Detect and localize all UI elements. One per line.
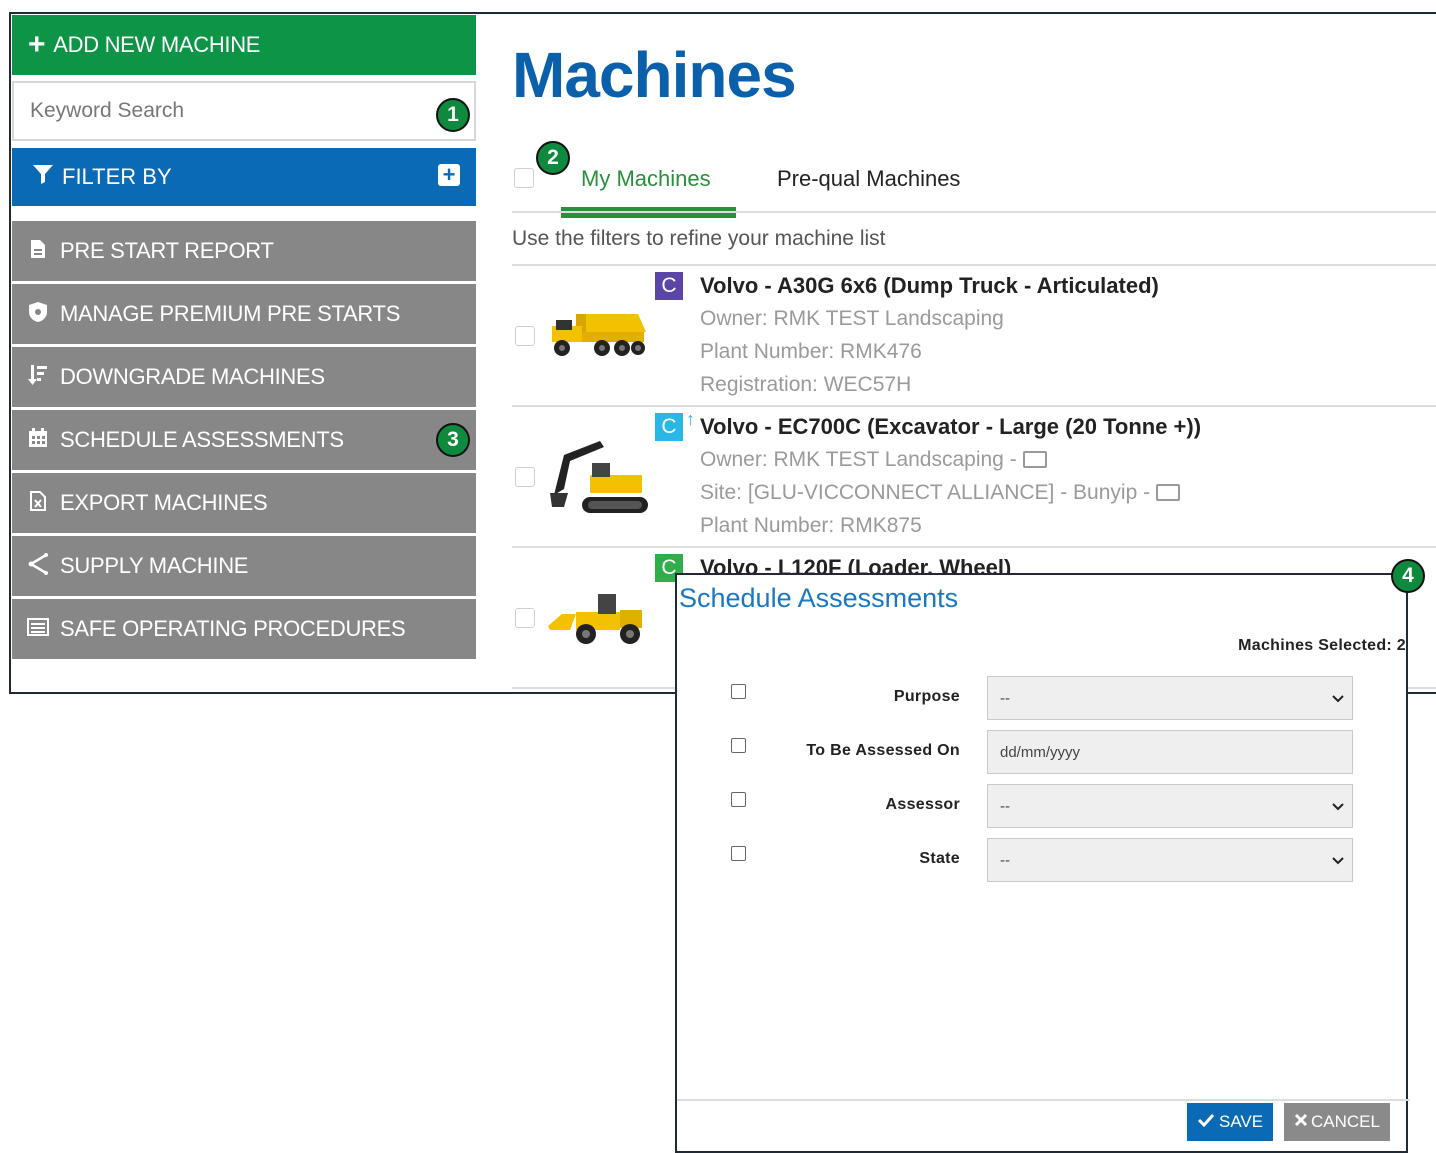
chevron-down-icon — [1332, 690, 1344, 706]
machine-row[interactable]: C Volvo - A30G 6x6 (Dump Truck - Articul… — [512, 266, 1436, 407]
assessor-checkbox[interactable] — [731, 792, 746, 807]
callout-badge-1: 1 — [436, 98, 470, 132]
machine-name[interactable]: Volvo - A30G 6x6 (Dump Truck - Articulat… — [700, 273, 1159, 299]
purpose-row: Purpose -- — [677, 676, 1410, 720]
callout-badge-3: 3 — [436, 423, 470, 457]
id-card-icon[interactable] — [1022, 451, 1047, 468]
purpose-select[interactable]: -- — [987, 676, 1353, 720]
sidebar-item-label: EXPORT MACHINES — [60, 490, 268, 515]
machine-checkbox[interactable] — [515, 467, 535, 487]
callout-badge-4: 4 — [1391, 559, 1425, 593]
machine-checkbox[interactable] — [515, 608, 535, 628]
expand-plus-icon[interactable]: + — [438, 164, 460, 186]
sidebar-item-schedule-assessments[interactable]: SCHEDULE ASSESSMENTS — [12, 410, 476, 470]
assessor-label: Assessor — [885, 796, 960, 813]
tab-my-machines[interactable]: My Machines — [581, 162, 711, 196]
page-title: Machines — [512, 39, 797, 111]
sidebar-item-manage-premium-pre-starts[interactable]: MANAGE PREMIUM PRE STARTS — [12, 284, 476, 344]
check-icon — [1197, 1112, 1215, 1132]
sidebar-item-label: MANAGE PREMIUM PRE STARTS — [60, 301, 401, 326]
category-badge: C — [655, 272, 683, 300]
chevron-down-icon — [1332, 852, 1344, 868]
keyword-search-input[interactable] — [28, 98, 412, 124]
calendar-icon — [26, 427, 50, 453]
machine-registration: Registration: WEC57H — [700, 373, 912, 396]
sidebar-item-label: DOWNGRADE MACHINES — [60, 364, 325, 389]
close-icon — [1294, 1112, 1308, 1132]
keyword-search-box — [12, 81, 476, 141]
cancel-label: CANCEL — [1311, 1112, 1380, 1131]
chevron-down-icon — [1332, 798, 1344, 814]
assessed-on-date-input[interactable]: dd/mm/yyyy — [987, 730, 1353, 774]
filter-by-label: FILTER BY — [62, 164, 172, 189]
callout-badge-2: 2 — [536, 141, 570, 175]
sidebar-item-export-machines[interactable]: EXPORT MACHINES — [12, 473, 476, 533]
machines-selected-count: Machines Selected: 2 — [1238, 637, 1406, 654]
assessed-on-checkbox[interactable] — [731, 738, 746, 753]
sidebar-menu: PRE START REPORT MANAGE PREMIUM PRE STAR… — [12, 221, 476, 662]
list-icon — [26, 617, 50, 641]
state-select[interactable]: -- — [987, 838, 1353, 882]
sidebar-item-label: SAFE OPERATING PROCEDURES — [60, 616, 406, 641]
machine-name[interactable]: Volvo - EC700C (Excavator - Large (20 To… — [700, 414, 1201, 440]
add-new-machine-label: ADD NEW MACHINE — [53, 32, 261, 57]
upgrade-arrow-icon: ↑ — [686, 409, 695, 429]
save-label: SAVE — [1219, 1112, 1264, 1131]
excavator-image — [546, 435, 650, 526]
modal-footer-divider — [677, 1099, 1410, 1101]
assessor-select[interactable]: -- — [987, 784, 1353, 828]
purpose-label: Purpose — [893, 688, 960, 705]
category-badge: C — [655, 413, 683, 441]
select-all-checkbox[interactable] — [514, 168, 534, 188]
machine-site: Site: [GLU-VICCONNECT ALLIANCE] - Bunyip… — [700, 481, 1151, 504]
state-label: State — [919, 850, 960, 867]
sidebar-item-label: PRE START REPORT — [60, 238, 274, 263]
sidebar-item-label: SUPPLY MACHINE — [60, 553, 249, 578]
machine-row[interactable]: C ↑ Volvo - EC700C (Excavator - Large (2… — [512, 407, 1436, 548]
state-checkbox[interactable] — [731, 846, 746, 861]
machine-owner-line: Owner: RMK TEST Landscaping - — [700, 448, 1047, 472]
cancel-button[interactable]: CANCEL — [1284, 1103, 1390, 1141]
plus-icon: + — [28, 28, 46, 61]
id-card-icon[interactable] — [1155, 484, 1180, 501]
shield-icon — [26, 301, 50, 328]
document-icon — [26, 239, 50, 264]
assessed-on-label: To Be Assessed On — [806, 742, 960, 759]
machine-checkbox[interactable] — [515, 326, 535, 346]
sidebar-item-supply-machine[interactable]: SUPPLY MACHINE — [12, 536, 476, 596]
schedule-assessments-modal: Schedule Assessments Machines Selected: … — [675, 573, 1410, 1153]
purpose-checkbox[interactable] — [731, 684, 746, 699]
filter-hint: Use the filters to refine your machine l… — [512, 227, 886, 250]
funnel-icon — [32, 163, 54, 191]
sidebar-item-downgrade-machines[interactable]: DOWNGRADE MACHINES — [12, 347, 476, 407]
tab-pre-qual-machines[interactable]: Pre-qual Machines — [777, 162, 960, 196]
sort-down-icon — [26, 364, 50, 391]
modal-title: Schedule Assessments — [679, 583, 959, 613]
machine-plant-number: Plant Number: RMK476 — [700, 340, 922, 363]
machine-plant-number: Plant Number: RMK875 — [700, 514, 922, 537]
dump-truck-image — [546, 304, 650, 369]
machine-owner: Owner: RMK TEST Landscaping — [700, 307, 1004, 330]
share-icon — [26, 552, 50, 580]
assessed-on-row: To Be Assessed On dd/mm/yyyy — [677, 730, 1410, 774]
sidebar-item-label: SCHEDULE ASSESSMENTS — [60, 427, 344, 452]
save-button[interactable]: SAVE — [1187, 1103, 1273, 1141]
machine-owner: Owner: RMK TEST Landscaping - — [700, 448, 1017, 471]
machine-site-line: Site: [GLU-VICCONNECT ALLIANCE] - Bunyip… — [700, 481, 1180, 505]
state-row: State -- — [677, 838, 1410, 882]
add-new-machine-button[interactable]: + ADD NEW MACHINE — [12, 15, 476, 75]
assessor-row: Assessor -- — [677, 784, 1410, 828]
wheel-loader-image — [546, 588, 650, 651]
tabs-divider — [512, 211, 1436, 213]
excel-file-icon — [26, 490, 50, 516]
sidebar-item-safe-operating-procedures[interactable]: SAFE OPERATING PROCEDURES — [12, 599, 476, 659]
sidebar-item-pre-start-report[interactable]: PRE START REPORT — [12, 221, 476, 281]
filter-by-bar[interactable]: FILTER BY + — [12, 148, 476, 206]
